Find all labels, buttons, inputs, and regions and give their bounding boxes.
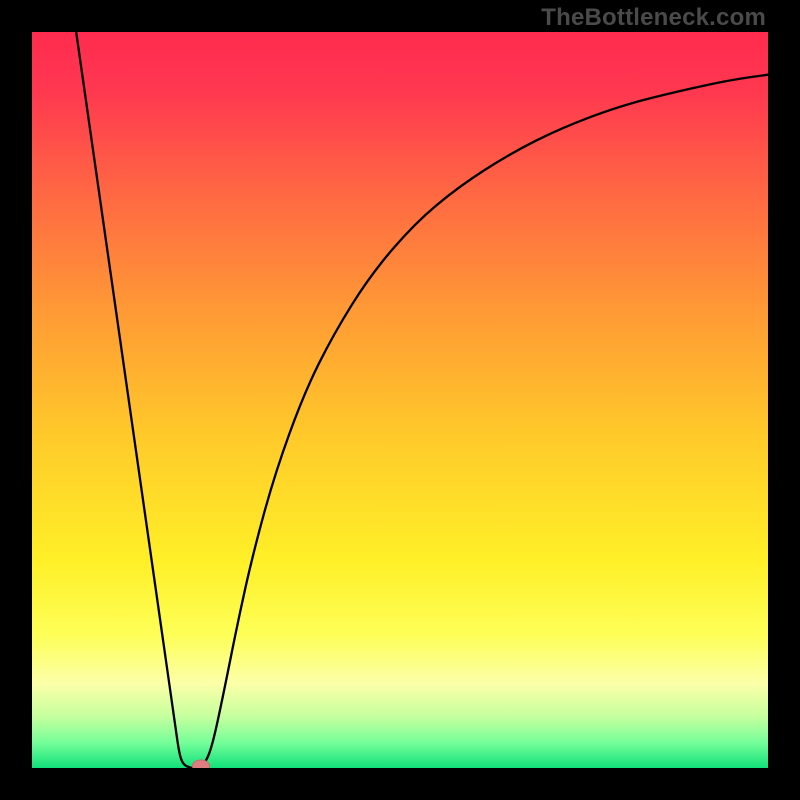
chart-frame: TheBottleneck.com	[0, 0, 800, 800]
curve-layer	[32, 32, 768, 768]
bottleneck-curve	[76, 32, 768, 768]
plot-area	[32, 32, 768, 768]
attribution-text: TheBottleneck.com	[541, 4, 766, 32]
optimum-marker	[192, 759, 210, 768]
